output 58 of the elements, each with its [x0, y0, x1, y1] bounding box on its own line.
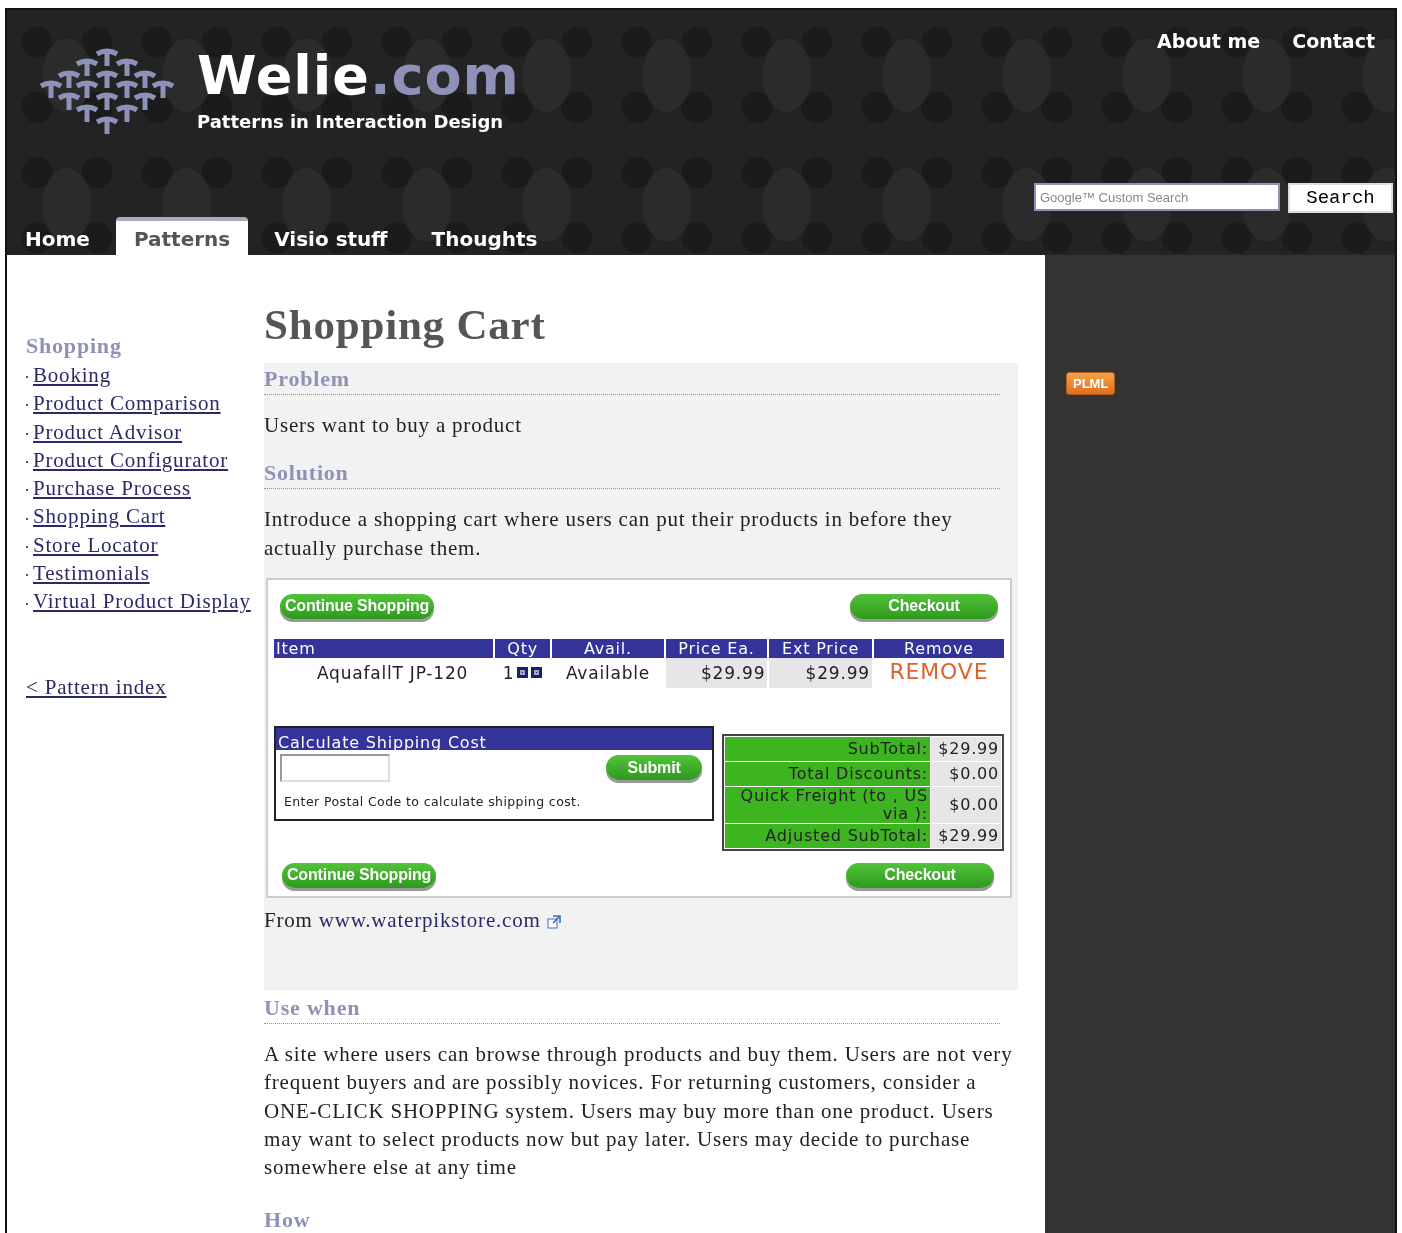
nav-link[interactable]: About me: [1156, 30, 1261, 52]
nav-tab[interactable]: Home: [7, 217, 108, 255]
postal-code-field[interactable]: [280, 753, 390, 782]
logo-icon: [39, 46, 175, 134]
section-heading: Solution: [264, 459, 1000, 490]
total-label: SubTotal:: [725, 736, 931, 761]
search-field[interactable]: Google™ Custom Search: [1034, 183, 1280, 211]
panel-title: Calculate Shipping Cost: [276, 727, 712, 750]
column-header: Remove: [873, 638, 1004, 658]
page-title: Shopping Cart: [264, 300, 547, 350]
sidebar-link[interactable]: Product Configurator: [33, 447, 229, 473]
sidebar-link[interactable]: Product Advisor: [33, 419, 183, 445]
site-logo[interactable]: Welie.com: [197, 48, 520, 103]
external-link-icon[interactable]: [546, 915, 561, 930]
sidebar-link[interactable]: Purchase Process: [33, 476, 191, 502]
remove-link[interactable]: REMOVE: [889, 659, 989, 685]
total-value: $29.99: [931, 823, 1001, 848]
table-cell-text: Available: [564, 661, 652, 685]
nav-link[interactable]: Contact: [1292, 30, 1375, 52]
section-heading: Use when: [264, 994, 1000, 1025]
section-text: A site where users can browse through products and buy them. Users are not very frequent buyers and are possibly novices. For returning customers, consider a ONE-CLICK SHOPPING system. Users may buy more than one product. Users may want to select products now but pay later. Users may decide to purchase somewhere else at any time: [264, 1041, 1014, 1182]
sidebar-link[interactable]: Shopping Cart: [33, 504, 166, 530]
table-cell: $29.99: [769, 657, 872, 688]
total-value: $29.99: [931, 736, 1001, 761]
column-header: Price Ea.: [665, 638, 768, 658]
search-button[interactable]: Search: [1288, 183, 1393, 213]
quantity-button[interactable]: [531, 667, 543, 679]
sidebar-link[interactable]: Virtual Product Display: [33, 589, 251, 615]
section-heading: How: [264, 1205, 1000, 1233]
hint-text: Enter Postal Code to calculate shipping cost.: [283, 792, 582, 811]
source-label: From: [264, 907, 314, 932]
section-text: Users want to buy a product: [264, 412, 523, 439]
table-cell-text: AquafallT JP-120: [315, 661, 470, 685]
sidebar-link[interactable]: Booking: [33, 363, 111, 388]
nav-tab[interactable]: Patterns: [115, 217, 249, 255]
column-header: Item: [274, 638, 494, 658]
total-label: Total Discounts:: [725, 761, 931, 786]
sidebar-link[interactable]: Store Locator: [33, 532, 159, 558]
section-heading: Problem: [264, 365, 1000, 395]
column-header: Qty: [495, 638, 551, 658]
total-label: Quick Freight (to , US via ):: [725, 786, 931, 823]
total-value: $0.00: [931, 786, 1001, 823]
total-label: Adjusted SubTotal:: [725, 823, 931, 848]
nav-tab[interactable]: Thoughts: [413, 217, 556, 255]
nav-tab[interactable]: Visio stuff: [256, 217, 406, 255]
tagline: Patterns in Interaction Design: [197, 110, 505, 132]
source-link[interactable]: www.waterpikstore.com: [318, 907, 541, 932]
section-heading: Shopping: [26, 333, 123, 359]
column-header: Avail.: [552, 638, 664, 658]
total-value: $0.00: [931, 761, 1001, 786]
column-header: Ext Price: [769, 638, 872, 658]
quantity-button[interactable]: [517, 667, 529, 679]
sidebar-link[interactable]: Product Comparison: [33, 391, 221, 417]
section-text: Introduce a shopping cart where users can put their products in before they actually purchase them.: [264, 506, 954, 562]
sidebar-link[interactable]: Testimonials: [33, 561, 150, 587]
table-cell: $29.99: [665, 657, 768, 688]
back-link[interactable]: < Pattern index: [26, 674, 167, 700]
quantity-value: 1: [502, 661, 515, 685]
